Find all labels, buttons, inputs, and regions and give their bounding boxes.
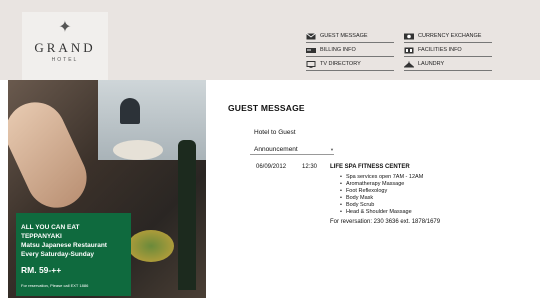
menu-label: BILLING INFO bbox=[320, 47, 356, 53]
promo-line-3: Matsu Japanese Restaurant bbox=[21, 242, 107, 249]
menu-label: LAUNDRY bbox=[418, 61, 445, 67]
list-item: Head & Shoulder Massage bbox=[340, 209, 536, 216]
logo-subtitle: HOTEL bbox=[51, 57, 79, 63]
tv-icon bbox=[306, 60, 316, 68]
header-bar: ✦ GRAND HOTEL GUEST MESSAGE BILLING INFO… bbox=[0, 0, 540, 80]
promo-line-1: ALL YOU CAN EAT bbox=[21, 224, 80, 231]
menu-label: FACILITIES INFO bbox=[418, 47, 462, 53]
facilities-icon bbox=[404, 47, 414, 54]
menu-label: GUEST MESSAGE bbox=[320, 33, 368, 39]
menu-item-tv-directory[interactable]: TV DIRECTORY bbox=[306, 58, 394, 71]
filter-label: Hotel to Guest bbox=[254, 129, 296, 136]
menu-left-column: GUEST MESSAGE BILLING INFO TV DIRECTORY bbox=[306, 30, 394, 72]
photo-food bbox=[128, 230, 174, 262]
category-select-value: Announcement bbox=[254, 145, 298, 153]
message-time: 12:30 bbox=[302, 164, 318, 170]
promo-price: RM. 59-++ bbox=[21, 265, 62, 275]
message-entry[interactable]: 06/09/2012 12:30 LIFE SPA FITNESS CENTER… bbox=[256, 164, 536, 225]
billing-icon bbox=[306, 47, 316, 54]
photo-plate bbox=[113, 140, 163, 160]
menu-label: TV DIRECTORY bbox=[320, 61, 361, 67]
message-subject: LIFE SPA FITNESS CENTER bbox=[330, 164, 410, 170]
logo-name: GRAND bbox=[34, 40, 96, 55]
category-select[interactable]: Announcement ▼ bbox=[250, 144, 334, 155]
photo-bottle bbox=[178, 140, 196, 290]
list-item: Spa services open 7AM - 12AM bbox=[340, 174, 536, 181]
envelope-icon bbox=[306, 32, 316, 40]
list-item: Foot Reflexology bbox=[340, 188, 536, 195]
message-footer: For reversation: 230 3636 ext. 1878/1679 bbox=[330, 219, 441, 225]
menu-item-currency-exchange[interactable]: CURRENCY EXCHANGE bbox=[404, 30, 492, 43]
photo-chef bbox=[120, 98, 140, 124]
menu-item-guest-message[interactable]: GUEST MESSAGE bbox=[306, 30, 394, 43]
list-item: Aromatherapy Massage bbox=[340, 181, 536, 188]
message-header: 06/09/2012 12:30 LIFE SPA FITNESS CENTER bbox=[256, 164, 536, 170]
promo-banner[interactable]: ALL YOU CAN EAT TEPPANYAKI Matsu Japanes… bbox=[16, 213, 131, 296]
menu-item-facilities-info[interactable]: FACILITIES INFO bbox=[404, 44, 492, 57]
promo-line-4: Every Saturday-Sunday bbox=[21, 251, 94, 258]
logo-star-icon: ✦ bbox=[58, 19, 72, 36]
message-date: 06/09/2012 bbox=[256, 164, 287, 170]
menu-right-column: CURRENCY EXCHANGE FACILITIES INFO LAUNDR… bbox=[403, 30, 492, 72]
list-item: Body Scrub bbox=[340, 202, 536, 209]
hotel-logo: ✦ GRAND HOTEL bbox=[22, 12, 108, 80]
message-bullet-list: Spa services open 7AM - 12AM Aromatherap… bbox=[340, 174, 536, 216]
page-title: GUEST MESSAGE bbox=[228, 103, 305, 113]
menu-item-billing-info[interactable]: BILLING INFO bbox=[306, 44, 394, 57]
photo-arm bbox=[8, 92, 97, 218]
list-item: Body Mask bbox=[340, 195, 536, 202]
guest-message-panel: GUEST MESSAGE Hotel to Guest Announcemen… bbox=[228, 103, 440, 225]
menu-item-laundry[interactable]: LAUNDRY bbox=[403, 58, 492, 71]
menu-label: CURRENCY EXCHANGE bbox=[418, 33, 482, 39]
promo-line-2: TEPPANYAKI bbox=[21, 233, 62, 240]
promo-note: For reservation, Please call EXT 1886 bbox=[21, 283, 89, 288]
laundry-icon bbox=[403, 61, 415, 68]
currency-icon bbox=[404, 33, 414, 40]
chevron-down-icon: ▼ bbox=[330, 146, 334, 152]
